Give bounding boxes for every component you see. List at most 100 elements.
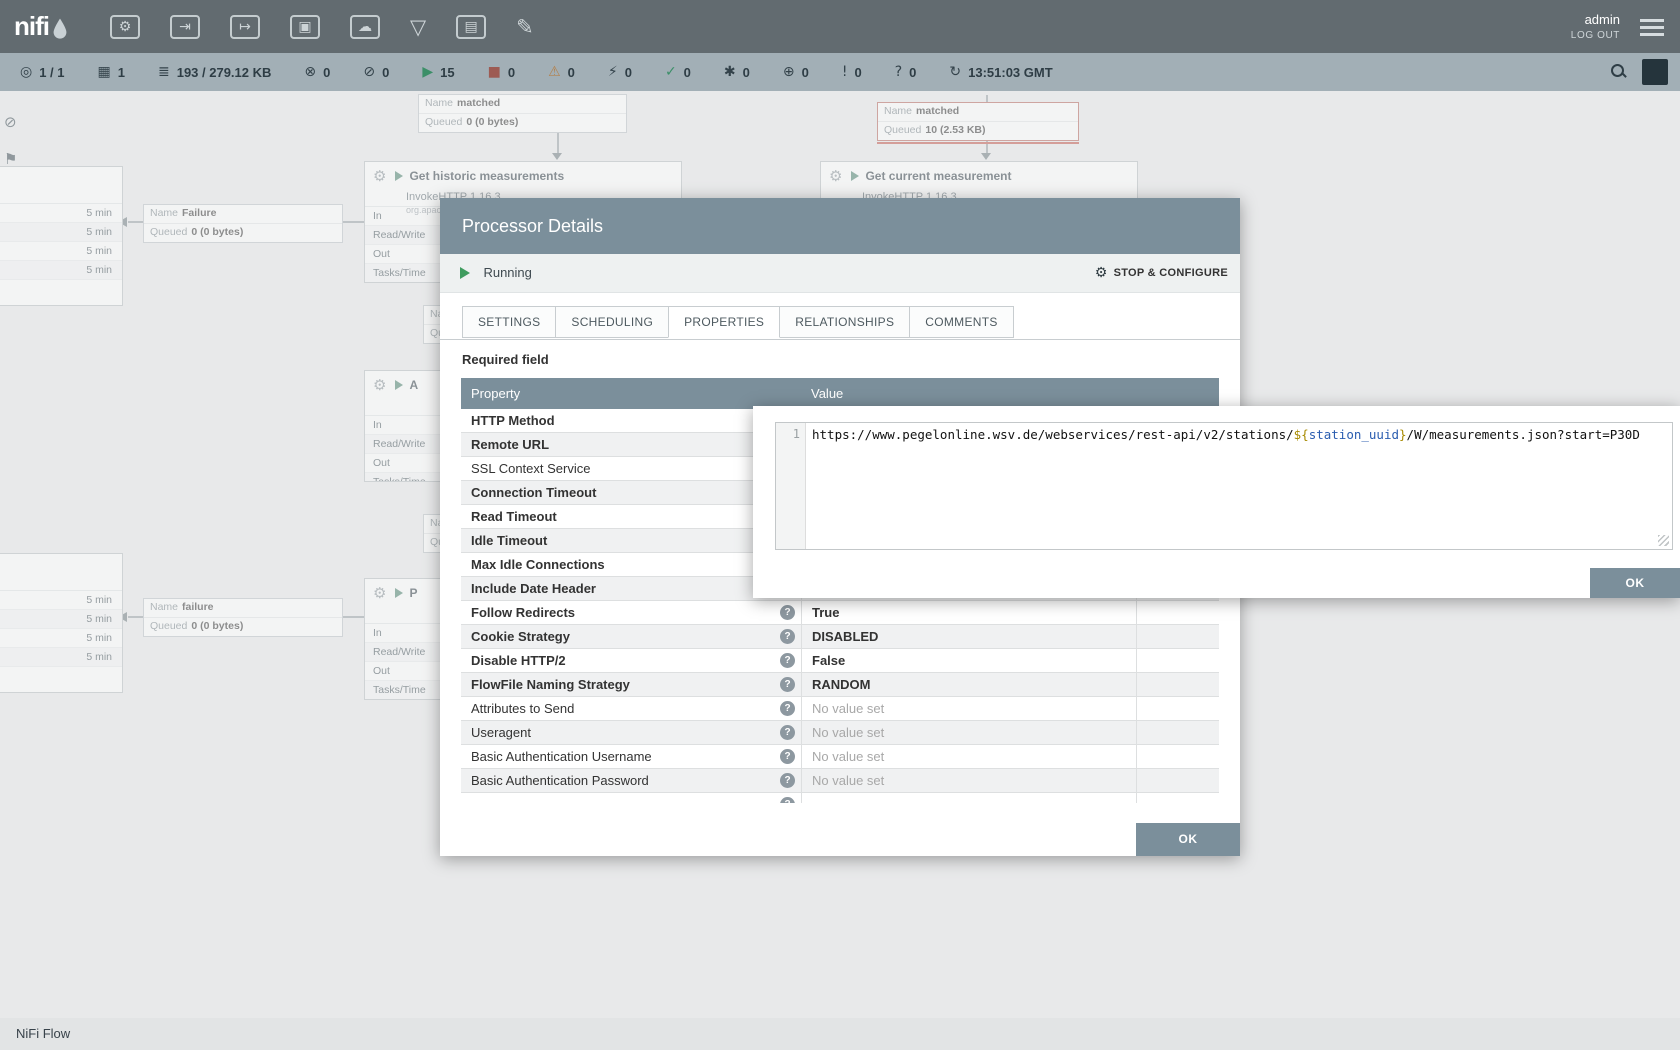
search-icon[interactable] xyxy=(1610,63,1628,81)
refresh-icon[interactable]: ↻ xyxy=(949,64,961,80)
resize-handle-icon[interactable] xyxy=(1658,535,1669,546)
output-port-icon[interactable]: ↦ xyxy=(230,15,260,39)
property-value[interactable]: No value set xyxy=(801,745,1136,768)
disabled-icon: ⚡ xyxy=(608,64,618,80)
processor-card: 5 min 5 min 5 min 5 min xyxy=(0,553,123,693)
connection-line xyxy=(343,221,364,223)
app-header: nifi ⚙ ⇥ ↦ ▣ ☁ ▽ ▤ ✎ admin LOG OUT xyxy=(0,0,1680,53)
stat-active-threads: ▦1 xyxy=(98,64,125,80)
connection-arrow-icon xyxy=(552,153,562,160)
help-icon[interactable]: ? xyxy=(780,701,795,716)
line-number-gutter: 1 xyxy=(776,423,806,549)
stat-not-transmitting: ⊘0 xyxy=(363,64,389,80)
sync-failure-icon: ? xyxy=(895,64,902,80)
process-group-icon[interactable]: ▣ xyxy=(290,15,320,39)
value-editor-input[interactable]: https://www.pegelonline.wsv.de/webservic… xyxy=(806,423,1672,549)
logout-link[interactable]: LOG OUT xyxy=(1571,30,1620,41)
property-value[interactable]: True xyxy=(801,601,1136,624)
locally-modified-stale-icon: ! xyxy=(842,64,848,80)
connection-arrow-icon xyxy=(981,153,991,160)
tab-relationships[interactable]: RELATIONSHIPS xyxy=(779,306,910,338)
stat-running: ▶15 xyxy=(422,64,454,80)
column-header-value: Value xyxy=(811,378,843,409)
stat-cluster-nodes: ◎1 / 1 xyxy=(20,64,65,80)
stat-stale: ⊕0 xyxy=(783,64,809,80)
editor-ok-button[interactable]: OK xyxy=(1590,568,1680,598)
user-block: admin LOG OUT xyxy=(1571,12,1620,41)
run-status-icon xyxy=(395,171,403,181)
property-row: Basic Authentication Username? No value … xyxy=(461,745,1219,769)
tab-settings[interactable]: SETTINGS xyxy=(462,306,556,338)
label-icon[interactable]: ✎ xyxy=(516,15,534,39)
nifi-logo: nifi xyxy=(14,11,68,42)
template-icon[interactable]: ▤ xyxy=(456,15,486,39)
property-value[interactable]: No value set xyxy=(801,769,1136,792)
stat-transmitting: ⊗0 xyxy=(304,64,330,80)
stopped-icon: ■ xyxy=(488,64,501,80)
threads-icon: ▦ xyxy=(98,64,111,80)
global-menu-icon[interactable] xyxy=(1640,19,1664,22)
dialog-ok-button[interactable]: OK xyxy=(1136,823,1240,856)
stat-locally-modified-stale: !0 xyxy=(842,64,862,80)
last-refresh-time: 13:51:03 GMT xyxy=(968,65,1053,80)
property-value[interactable]: No value set xyxy=(801,697,1136,720)
stop-and-configure-button[interactable]: ⚙STOP & CONFIGURE xyxy=(1095,254,1228,292)
connection-label: Namematched Queued10 (2.53 KB) xyxy=(877,102,1079,141)
stat-stopped: ■0 xyxy=(488,64,515,80)
connection-label: Namefailure Queued0 (0 bytes) xyxy=(143,598,343,637)
component-toolbar: ⚙ ⇥ ↦ ▣ ☁ ▽ ▤ ✎ xyxy=(110,15,534,39)
property-value[interactable] xyxy=(801,793,1136,803)
help-icon[interactable]: ? xyxy=(780,725,795,740)
stat-queued: ≣193 / 279.12 KB xyxy=(158,64,271,80)
tab-comments[interactable]: COMMENTS xyxy=(909,306,1013,338)
stat-last-refresh: ↻ 13:51:03 GMT xyxy=(949,64,1052,80)
property-value[interactable]: DISABLED xyxy=(801,625,1136,648)
help-icon[interactable]: ? xyxy=(780,629,795,644)
property-row: Disable HTTP/2? False xyxy=(461,649,1219,673)
property-value[interactable]: No value set xyxy=(801,721,1136,744)
help-icon[interactable]: ? xyxy=(780,653,795,668)
property-value[interactable]: RANDOM xyxy=(801,673,1136,696)
funnel-icon[interactable]: ▽ xyxy=(410,15,426,39)
stat-locally-modified: ✱0 xyxy=(724,64,750,80)
running-state-icon xyxy=(460,267,470,279)
processor-type-icon: ⚙ xyxy=(373,584,386,602)
property-row: FlowFile Naming Strategy? RANDOM xyxy=(461,673,1219,697)
no-entry-icon: ⊘ xyxy=(4,113,17,131)
stat-sync-failure: ?0 xyxy=(895,64,917,80)
help-icon[interactable]: ? xyxy=(780,773,795,788)
property-row: Follow Redirects? True xyxy=(461,601,1219,625)
property-row: Attributes to Send? No value set xyxy=(461,697,1219,721)
breadcrumb[interactable]: NiFi Flow xyxy=(16,1018,70,1050)
processor-card: 5 min 5 min 5 min 5 min xyxy=(0,166,123,306)
remote-process-group-icon[interactable]: ☁ xyxy=(350,15,380,39)
locally-modified-icon: ✱ xyxy=(724,64,736,80)
tab-properties[interactable]: PROPERTIES xyxy=(668,306,780,338)
stale-icon: ⊕ xyxy=(783,64,795,80)
dialog-tabs: SETTINGSSCHEDULINGPROPERTIESRELATIONSHIP… xyxy=(440,292,1240,340)
required-field-label: Required field xyxy=(462,352,549,367)
help-icon[interactable]: ? xyxy=(780,797,795,803)
run-status-icon xyxy=(395,588,403,598)
help-icon[interactable]: ? xyxy=(780,605,795,620)
processor-type-icon: ⚙ xyxy=(373,167,386,185)
value-editor-box: 1 https://www.pegelonline.wsv.de/webserv… xyxy=(775,422,1673,550)
settings-square-button[interactable] xyxy=(1642,59,1668,85)
global-status-bar: ◎1 / 1 ▦1 ≣193 / 279.12 KB ⊗0 ⊘0 ▶15 ■0 … xyxy=(0,53,1680,91)
input-port-icon[interactable]: ⇥ xyxy=(170,15,200,39)
tab-scheduling[interactable]: SCHEDULING xyxy=(555,306,669,338)
property-value[interactable]: False xyxy=(801,649,1136,672)
connection-line xyxy=(343,616,364,618)
dialog-title: Processor Details xyxy=(462,198,1240,254)
queued-icon: ≣ xyxy=(158,64,170,80)
run-status-label: Running xyxy=(483,254,531,292)
column-header-property: Property xyxy=(471,378,520,409)
property-row: ? xyxy=(461,793,1219,803)
processor-type-icon: ⚙ xyxy=(829,167,842,185)
help-icon[interactable]: ? xyxy=(780,677,795,692)
breadcrumb-bar: NiFi Flow xyxy=(0,1018,1680,1050)
processor-icon[interactable]: ⚙ xyxy=(110,15,140,39)
help-icon[interactable]: ? xyxy=(780,749,795,764)
nifi-drop-icon xyxy=(52,18,68,40)
up-to-date-icon: ✓ xyxy=(665,64,677,80)
